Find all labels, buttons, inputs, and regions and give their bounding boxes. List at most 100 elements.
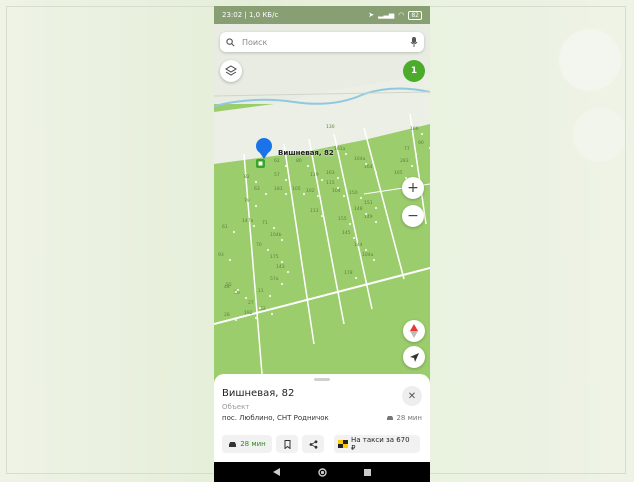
plot-number: 115 <box>326 180 335 186</box>
plot-number: 145 <box>342 230 351 236</box>
plot-number: 93 <box>218 252 224 258</box>
place-type: Объект <box>222 403 250 411</box>
place-travel-time: 28 мин <box>386 414 422 422</box>
plot-dot <box>272 226 276 230</box>
plot-number: 164a <box>354 156 366 162</box>
bookmark-button[interactable] <box>276 435 298 453</box>
home-icon[interactable] <box>318 467 327 477</box>
plot-number: 130 <box>326 124 335 130</box>
plot-number: 79 <box>244 198 250 204</box>
plot-number: 106 <box>410 126 419 132</box>
plot-dot <box>364 162 368 166</box>
wifi-icon: ◠ <box>398 11 405 19</box>
plot-dot <box>342 194 346 198</box>
route-button[interactable]: 28 мин <box>222 435 272 453</box>
navigation-arrow-icon <box>409 352 419 362</box>
plot-dot <box>244 296 248 300</box>
pin-label: Вишневая, 82 <box>278 149 334 157</box>
taxi-price: На такси за 670 ₽ <box>350 436 410 452</box>
action-row: 28 мин На такси за 670 ₽ <box>222 435 420 453</box>
plot-number: 164 <box>364 164 373 170</box>
notification-badge[interactable]: 1 <box>403 60 425 82</box>
plot-dot <box>320 214 324 218</box>
plot-number: 102 <box>306 188 315 194</box>
place-title: Вишневая, 82 <box>222 388 295 399</box>
plot-dot <box>280 282 284 286</box>
plot-number: 57a <box>270 276 279 282</box>
status-time: 23:02 | 1,0 КБ/с <box>222 11 279 19</box>
plot-dot <box>352 236 356 240</box>
zoom-in-button[interactable]: + <box>402 177 424 199</box>
zoom-out-button[interactable]: − <box>402 205 424 227</box>
place-card: Вишневая, 82 Объект пос. Люблино, СНТ Ро… <box>214 374 430 462</box>
object-marker-inner <box>258 161 263 166</box>
plot-dot <box>364 248 368 252</box>
android-navbar <box>214 462 430 482</box>
plot-dot <box>234 318 238 322</box>
microphone-icon[interactable] <box>410 37 418 47</box>
plot-dot <box>336 186 340 190</box>
plot-dot <box>284 164 288 168</box>
car-icon <box>229 441 237 447</box>
plot-number: 90 <box>418 140 424 146</box>
plot-number: 62 <box>274 158 280 164</box>
plot-number: 161a <box>334 146 346 152</box>
travel-time-text: 28 мин <box>396 414 422 422</box>
map-view[interactable]: 62 80 161a 165 164a 164 57 119 163 82 105 181 102 104… <box>214 24 430 394</box>
plot-dot <box>359 196 363 200</box>
plot-dot <box>286 270 290 274</box>
plot-dot <box>414 152 418 156</box>
plot-number: 175 <box>270 254 279 260</box>
plot-dot <box>280 260 284 264</box>
share-button[interactable] <box>302 435 324 453</box>
plot-dot <box>258 306 262 310</box>
close-button[interactable]: ✕ <box>402 386 422 406</box>
plot-number: 77 <box>404 146 410 152</box>
plot-dot <box>374 206 378 210</box>
plot-dot <box>320 178 324 182</box>
search-input[interactable] <box>240 36 410 48</box>
taxi-logo-icon <box>338 440 348 448</box>
plot-number: 283 <box>400 158 409 164</box>
plot-dot <box>410 164 414 168</box>
plot-number: 28 <box>224 312 230 318</box>
plot-number: 163 <box>326 170 335 176</box>
plot-dot <box>268 294 272 298</box>
plot-dot <box>364 212 368 216</box>
plot-number: 48 <box>224 284 230 290</box>
plot-number: 178 <box>344 270 353 276</box>
plot-number: 70 <box>256 242 262 248</box>
bookmark-icon <box>284 439 290 449</box>
status-bar: 23:02 | 1,0 КБ/с ➤ ▂▃▅ ◠ 82 <box>214 6 430 24</box>
route-time: 28 мин <box>240 440 266 448</box>
plot-dot <box>374 220 378 224</box>
my-location-button[interactable] <box>403 346 425 368</box>
plot-number: 105 <box>292 186 301 192</box>
recents-icon[interactable] <box>364 468 372 476</box>
plot-dot <box>270 312 274 316</box>
plot-number: 30 <box>234 290 240 296</box>
plot-number: 104 <box>332 188 341 194</box>
compass-button[interactable] <box>403 320 425 342</box>
drag-handle[interactable] <box>314 378 330 381</box>
plot-dot <box>344 152 348 156</box>
search-bar[interactable] <box>220 32 424 52</box>
plot-dot <box>354 276 358 280</box>
search-icon <box>226 37 235 46</box>
plot-number: 143 <box>276 264 285 270</box>
back-icon[interactable] <box>272 468 281 476</box>
battery-icon: 82 <box>408 10 422 20</box>
plot-dot <box>266 248 270 252</box>
plot-dot <box>336 130 340 134</box>
plot-number: 11 <box>258 288 264 294</box>
layers-button[interactable] <box>220 60 242 82</box>
plot-number: 80 <box>296 158 302 164</box>
place-address: пос. Люблино, СНТ Родничок <box>222 414 329 422</box>
plot-number: 147a <box>242 218 254 224</box>
taxi-button[interactable]: На такси за 670 ₽ <box>334 435 420 453</box>
plot-number: 155 <box>338 216 347 222</box>
map-canvas: 62 80161a165164a16457 119 16382105181 102 104… <box>214 24 430 394</box>
plot-number: 149 <box>364 214 373 220</box>
plot-number: 71 <box>262 220 268 226</box>
plot-dot <box>232 230 236 234</box>
